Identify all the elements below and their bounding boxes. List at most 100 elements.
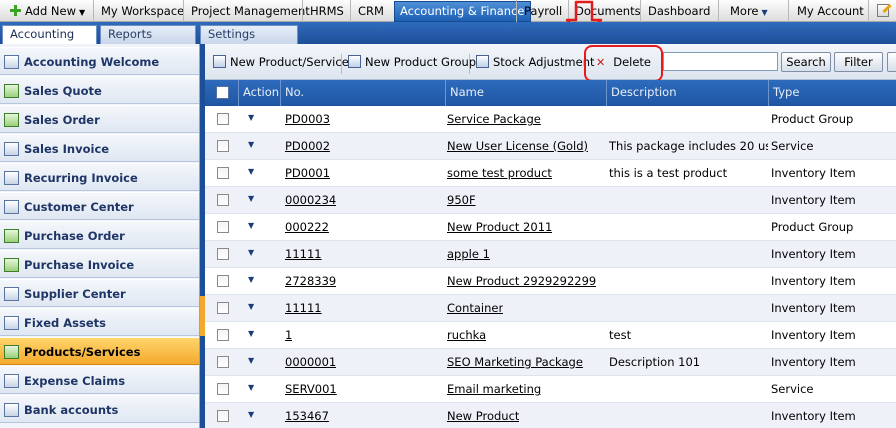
sidebar-item-expense-claims[interactable]: Expense Claims: [0, 366, 199, 394]
nav-project-management[interactable]: Project Management: [183, 0, 310, 22]
row-action-dropdown-icon[interactable]: ▼: [248, 113, 254, 122]
table-row[interactable]: ▼ 153467 New Product Inventory Item: [205, 403, 896, 428]
row-checkbox[interactable]: [217, 329, 229, 341]
nav-more[interactable]: More ▼: [718, 0, 768, 22]
cell-name[interactable]: New Product 2929292299: [447, 274, 596, 288]
table-row[interactable]: ▼ PD0003 Service Package Product Group: [205, 106, 896, 133]
row-action-dropdown-icon[interactable]: ▼: [248, 248, 254, 257]
row-checkbox[interactable]: [217, 410, 229, 422]
search-button[interactable]: Search: [781, 52, 831, 72]
cell-name[interactable]: Container: [447, 301, 503, 315]
tab-settings[interactable]: Settings: [200, 25, 298, 44]
cell-no[interactable]: 11111: [285, 247, 322, 261]
column-header-name[interactable]: Name: [445, 80, 606, 106]
row-checkbox[interactable]: [217, 248, 229, 260]
row-checkbox[interactable]: [217, 302, 229, 314]
table-row[interactable]: ▼ 1 ruchka test Inventory Item: [205, 322, 896, 349]
row-checkbox[interactable]: [217, 140, 229, 152]
sidebar-item-sales-order[interactable]: Sales Order: [0, 105, 199, 133]
cell-no[interactable]: 2728339: [285, 274, 336, 288]
sidebar-item-purchase-invoice[interactable]: Purchase Invoice: [0, 250, 199, 278]
table-row[interactable]: ▼ 11111 apple 1 Inventory Item: [205, 241, 896, 268]
sidebar-item-purchase-order[interactable]: Purchase Order: [0, 221, 199, 249]
cell-name[interactable]: New Product 2011: [447, 220, 552, 234]
sidebar-item-sales-invoice[interactable]: Sales Invoice: [0, 134, 199, 162]
cell-name[interactable]: Service Package: [447, 112, 541, 126]
cell-name[interactable]: New User License (Gold): [447, 139, 588, 153]
sidebar-item-accounting-welcome[interactable]: Accounting Welcome: [0, 47, 199, 75]
sidebar-item-recurring-invoice[interactable]: Recurring Invoice: [0, 163, 199, 191]
nav-payroll[interactable]: Payroll: [516, 0, 562, 22]
nav-crm[interactable]: CRM: [350, 0, 384, 22]
row-action-dropdown-icon[interactable]: ▼: [248, 329, 254, 338]
cell-no[interactable]: PD0001: [285, 166, 330, 180]
stock-adjustment-button[interactable]: Stock Adjustment: [476, 53, 595, 73]
row-action-dropdown-icon[interactable]: ▼: [248, 140, 254, 149]
cell-name[interactable]: Email marketing: [447, 382, 541, 396]
nav-hrms[interactable]: HRMS: [302, 0, 344, 22]
cell-no[interactable]: 0000234: [285, 193, 336, 207]
tab-accounting[interactable]: Accounting: [2, 25, 97, 45]
cell-name[interactable]: ruchka: [447, 328, 486, 342]
row-checkbox[interactable]: [217, 221, 229, 233]
new-product-group-button[interactable]: New Product Group: [348, 53, 476, 73]
row-action-dropdown-icon[interactable]: ▼: [248, 275, 254, 284]
row-checkbox[interactable]: [217, 194, 229, 206]
table-row[interactable]: ▼ 0000234 950F Inventory Item: [205, 187, 896, 214]
row-checkbox[interactable]: [217, 275, 229, 287]
cell-no[interactable]: PD0002: [285, 139, 330, 153]
search-input[interactable]: [663, 52, 778, 71]
table-row[interactable]: ▼ SERV001 Email marketing Service: [205, 376, 896, 403]
cell-name[interactable]: 950F: [447, 193, 476, 207]
nav-dashboard[interactable]: Dashboard: [640, 0, 710, 22]
add-new-menu[interactable]: Add New ▼: [10, 0, 85, 22]
cell-no[interactable]: 153467: [285, 409, 329, 423]
filter-button[interactable]: Filter: [834, 52, 883, 72]
cell-no[interactable]: SERV001: [285, 382, 337, 396]
sidebar-item-products-services[interactable]: Products/Services: [0, 337, 199, 365]
sidebar-item-sales-quote[interactable]: Sales Quote: [0, 76, 199, 104]
tab-reports[interactable]: Reports: [100, 25, 196, 44]
row-action-dropdown-icon[interactable]: ▼: [248, 383, 254, 392]
table-row[interactable]: ▼ 000222 New Product 2011 Product Group: [205, 214, 896, 241]
sidebar-item-supplier-center[interactable]: Supplier Center: [0, 279, 199, 307]
cell-no[interactable]: 11111: [285, 301, 322, 315]
table-row[interactable]: ▼ 2728339 New Product 2929292299 Inventory …: [205, 268, 896, 295]
cell-no[interactable]: 0000001: [285, 355, 336, 369]
row-action-dropdown-icon[interactable]: ▼: [248, 221, 254, 230]
sidebar-item-bank-accounts[interactable]: Bank accounts: [0, 395, 199, 423]
column-header-no[interactable]: No.: [280, 80, 445, 106]
sidebar-item-fixed-assets[interactable]: Fixed Assets: [0, 308, 199, 336]
cell-no[interactable]: 1: [285, 328, 292, 342]
cell-name[interactable]: some test product: [447, 166, 552, 180]
nav-accounting-finance[interactable]: Accounting & Finance: [394, 1, 531, 22]
cell-name[interactable]: New Product: [447, 409, 519, 423]
nav-my-workspace[interactable]: My Workspace: [93, 0, 184, 22]
row-action-dropdown-icon[interactable]: ▼: [248, 410, 254, 419]
row-checkbox[interactable]: [217, 113, 229, 125]
sidebar-item-customer-center[interactable]: Customer Center: [0, 192, 199, 220]
row-checkbox[interactable]: [217, 356, 229, 368]
extra-toolbar-button[interactable]: [887, 52, 896, 72]
cell-name[interactable]: apple 1: [447, 247, 490, 261]
cell-name[interactable]: SEO Marketing Package: [447, 355, 583, 369]
edit-icon[interactable]: [868, 0, 896, 22]
nav-my-account[interactable]: My Account: [788, 0, 864, 22]
cell-no[interactable]: PD0003: [285, 112, 330, 126]
column-header-action[interactable]: Action: [238, 80, 280, 106]
table-row[interactable]: ▼ PD0001 some test product this is a test p…: [205, 160, 896, 187]
row-checkbox[interactable]: [217, 383, 229, 395]
new-product-service-button[interactable]: New Product/Service: [213, 53, 349, 73]
table-row[interactable]: ▼ PD0002 New User License (Gold) This packa…: [205, 133, 896, 160]
table-row[interactable]: ▼ 11111 Container Inventory Item: [205, 295, 896, 322]
cell-no[interactable]: 000222: [285, 220, 329, 234]
row-checkbox[interactable]: [217, 167, 229, 179]
column-header-type[interactable]: Type: [768, 80, 896, 106]
row-action-dropdown-icon[interactable]: ▼: [248, 194, 254, 203]
row-action-dropdown-icon[interactable]: ▼: [248, 302, 254, 311]
column-header-description[interactable]: Description: [606, 80, 768, 106]
select-all-checkbox[interactable]: [216, 86, 229, 99]
row-action-dropdown-icon[interactable]: ▼: [248, 167, 254, 176]
row-action-dropdown-icon[interactable]: ▼: [248, 356, 254, 365]
table-row[interactable]: ▼ 0000001 SEO Marketing Package Description…: [205, 349, 896, 376]
